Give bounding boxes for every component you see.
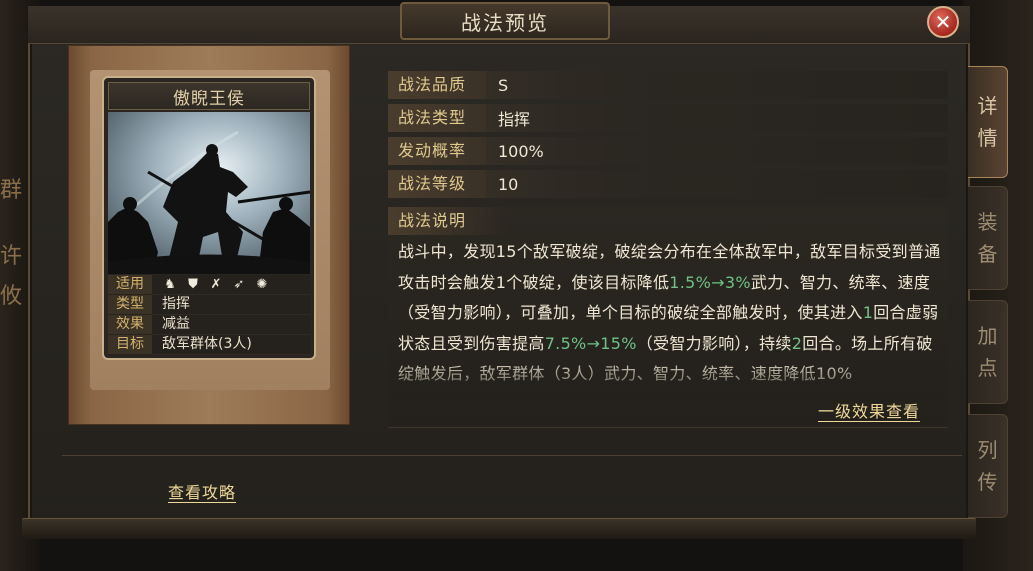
shield-icon: ⛊ [188, 277, 198, 292]
tab-details-label: 详 情 [977, 94, 998, 150]
tab-biography[interactable]: 列 传 [968, 414, 1008, 518]
close-button[interactable]: ✕ [927, 6, 959, 38]
tab-details[interactable]: 详 情 [968, 66, 1008, 178]
description-fade [388, 357, 948, 402]
card-info-table: 适用 ♞ ⛊ ✗ ➶ ✺ 类型 指挥 效果 减益 目标 敌军群体(3人) [108, 275, 310, 355]
title-plate: 战法预览 [400, 2, 610, 40]
attribute-label: 发动概率 [388, 137, 486, 165]
card-info-value: 敌军群体(3人) [152, 335, 310, 355]
attribute-row-type: 战法类型 指挥 [388, 104, 948, 132]
description-highlight: 1.5%→3% [669, 272, 751, 292]
page-title: 战法预览 [461, 10, 549, 35]
card-info-key: 效果 [108, 315, 152, 335]
attribute-value: 10 [498, 174, 519, 194]
panel-bottom-frame [22, 518, 976, 539]
attribute-value: 指挥 [498, 110, 531, 129]
level-one-effect-link[interactable]: 一级效果查看 [818, 398, 920, 422]
close-icon: ✕ [934, 10, 952, 34]
description-box: 战法说明 战斗中，发现15个敌军破绽，破绽会分布在全体敌军中，敌军目标受到普通攻… [388, 207, 948, 425]
card-title-bar: 傲睨王侯 [108, 82, 310, 110]
siege-icon: ✺ [256, 277, 268, 292]
spear-icon: ➶ [233, 277, 245, 292]
bow-icon: ✗ [210, 277, 222, 292]
card-info-key: 目标 [108, 335, 152, 355]
card-info-value: 指挥 [152, 295, 310, 315]
card-info-row: 效果 减益 [108, 315, 310, 335]
cavalry-icon: ♞ [164, 277, 176, 292]
tab-points[interactable]: 加 点 [968, 300, 1008, 404]
divider [388, 427, 948, 428]
left-edge-char-3: 攸 [0, 284, 23, 309]
left-edge-char-2: 许 [0, 244, 23, 269]
description-label: 战法说明 [388, 207, 508, 235]
attribute-label: 战法等级 [388, 170, 486, 198]
view-guide-link[interactable]: 查看攻略 [168, 479, 236, 503]
attribute-label: 战法类型 [388, 104, 486, 132]
card-artwork [108, 112, 310, 274]
description-highlight: 2 [791, 333, 803, 353]
attribute-value: 100% [498, 141, 544, 161]
tab-equipment[interactable]: 装 备 [968, 186, 1008, 290]
tab-biography-label: 列 传 [977, 438, 998, 494]
card-info-row: 目标 敌军群体(3人) [108, 335, 310, 355]
attribute-row-level: 战法等级 10 [388, 170, 948, 198]
description-highlight: 7.5%→15% [544, 333, 637, 353]
card-info-row: 类型 指挥 [108, 295, 310, 315]
attribute-row-quality: 战法品质 S [388, 71, 948, 99]
tactic-card: 傲睨王侯 适用 ♞ ⛊ ✗ ➶ ✺ 类型 指挥 效果 减益 目标 敌军群体(3人… [102, 76, 316, 360]
troop-type-icons: ♞ ⛊ ✗ ➶ ✺ [152, 275, 310, 295]
tab-points-label: 加 点 [977, 324, 998, 380]
card-info-key: 适用 [108, 275, 152, 295]
divider [62, 455, 962, 456]
tab-equipment-label: 装 备 [977, 210, 998, 266]
card-title: 傲睨王侯 [173, 88, 245, 109]
attribute-value: S [498, 75, 509, 95]
card-info-key: 类型 [108, 295, 152, 315]
description-segment: （受智力影响），持续 [636, 333, 792, 353]
left-edge-char-1: 群 [0, 178, 23, 203]
description-highlight: 1 [862, 303, 874, 322]
attribute-row-probability: 发动概率 100% [388, 137, 948, 165]
card-info-row: 适用 ♞ ⛊ ✗ ➶ ✺ [108, 275, 310, 295]
attribute-label: 战法品质 [388, 71, 486, 99]
card-info-value: 减益 [152, 315, 310, 335]
